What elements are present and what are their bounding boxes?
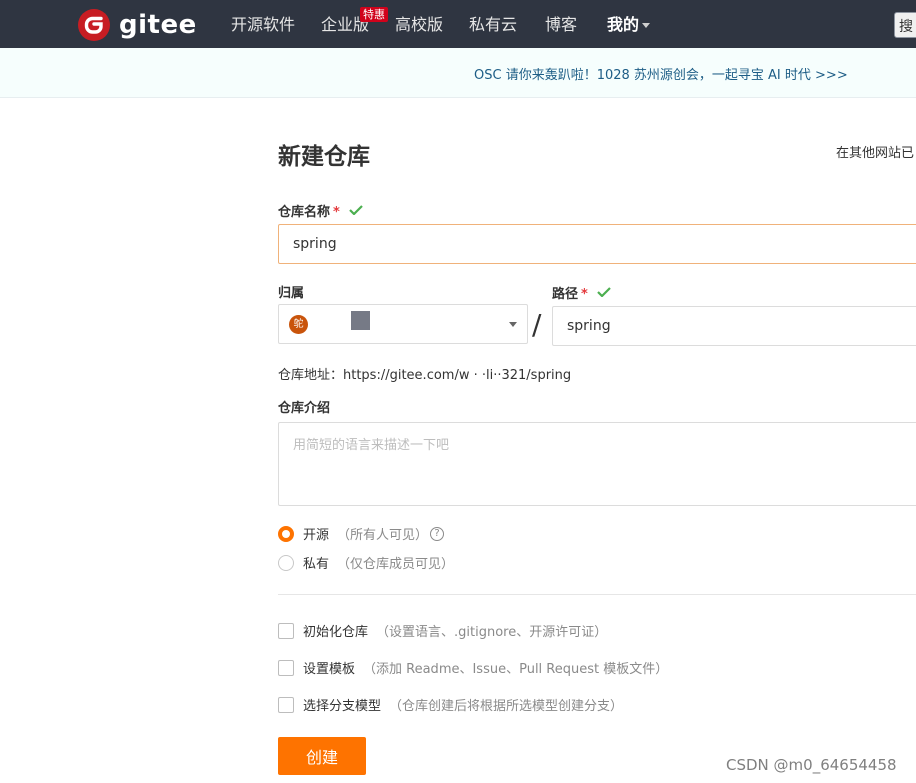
- required-mark: *: [581, 287, 588, 302]
- avatar: 鸵: [289, 315, 308, 334]
- owner-name-redacted: [351, 311, 370, 330]
- option-hint: （仅仓库成员可见）: [337, 557, 455, 572]
- radio-public[interactable]: [278, 525, 294, 542]
- option-hint: （设置语言、.gitignore、开源许可证）: [376, 625, 608, 640]
- nav-mine[interactable]: 我的: [607, 14, 651, 36]
- repo-intro-label: 仓库介绍: [278, 401, 331, 416]
- template-option[interactable]: 设置模板 （添加 Readme、Issue、Pull Request 模板文件）: [278, 658, 668, 677]
- option-label: 私有: [303, 557, 330, 572]
- branch-model-option[interactable]: 选择分支模型 （仓库创建后将根据所选模型创建分支）: [278, 695, 623, 714]
- owner-label: 归属: [278, 286, 305, 301]
- nav-blog[interactable]: 博客: [545, 14, 577, 36]
- path-separator: /: [532, 308, 542, 341]
- init-repo-option[interactable]: 初始化仓库 （设置语言、.gitignore、开源许可证）: [278, 621, 607, 640]
- option-hint: （添加 Readme、Issue、Pull Request 模板文件）: [363, 662, 669, 677]
- search-placeholder: 搜: [899, 19, 913, 35]
- import-from-other-site-link[interactable]: 在其他网站已: [836, 142, 914, 161]
- repo-name-label-text: 仓库名称: [278, 205, 331, 220]
- option-label: 设置模板: [303, 662, 356, 677]
- chevron-down-icon: [642, 23, 651, 28]
- announcement-link[interactable]: OSC 请你来轰趴啦！1028 苏州源创会，一起寻宝 AI 时代 >>>: [474, 64, 848, 83]
- nav-mine-label: 我的: [607, 15, 640, 34]
- option-label: 开源: [303, 528, 330, 543]
- create-button[interactable]: 创建: [278, 737, 366, 775]
- path-label: 路径 *: [552, 283, 611, 302]
- top-navbar: gitee 开源软件 企业版 特惠 高校版 私有云 博客 我的 搜: [0, 0, 916, 48]
- watermark: CSDN @m0_64654458: [726, 756, 897, 774]
- announcement-banner: OSC 请你来轰趴啦！1028 苏州源创会，一起寻宝 AI 时代 >>>: [0, 48, 916, 98]
- brand-name: gitee: [119, 10, 197, 40]
- visibility-private-option[interactable]: 私有 （仅仓库成员可见）: [278, 553, 454, 572]
- required-mark: *: [333, 205, 340, 220]
- caret-down-icon: [509, 322, 517, 327]
- check-icon: [597, 287, 611, 297]
- promo-badge: 特惠: [360, 7, 388, 22]
- option-hint: （所有人可见）: [337, 528, 429, 543]
- option-label: 初始化仓库: [303, 625, 369, 640]
- path-input[interactable]: spring: [552, 306, 916, 346]
- search-input[interactable]: 搜: [894, 12, 916, 38]
- init-repo-checkbox[interactable]: [278, 622, 294, 639]
- branch-model-checkbox[interactable]: [278, 696, 294, 713]
- path-label-text: 路径: [552, 287, 579, 302]
- nav-education[interactable]: 高校版: [395, 14, 443, 36]
- divider: [278, 594, 916, 595]
- nav-open-source[interactable]: 开源软件: [231, 14, 295, 36]
- option-label: 选择分支模型: [303, 699, 382, 714]
- page-title: 新建仓库: [278, 144, 370, 170]
- repo-name-input[interactable]: spring: [278, 224, 916, 264]
- repo-intro-textarea[interactable]: 用简短的语言来描述一下吧: [278, 422, 916, 506]
- radio-private[interactable]: [278, 554, 294, 571]
- nav-private-cloud[interactable]: 私有云: [469, 14, 517, 36]
- help-icon[interactable]: ?: [430, 526, 445, 541]
- repo-name-label: 仓库名称 *: [278, 201, 363, 220]
- template-checkbox[interactable]: [278, 659, 294, 676]
- visibility-public-option[interactable]: 开源 （所有人可见） ?: [278, 524, 445, 543]
- repo-address: 仓库地址：https://gitee.com/w · ·li··321/spri…: [278, 368, 572, 383]
- check-icon: [349, 205, 363, 215]
- owner-select[interactable]: 鸵: [278, 304, 528, 344]
- option-hint: （仓库创建后将根据所选模型创建分支）: [389, 699, 624, 714]
- gitee-logo[interactable]: gitee: [78, 9, 197, 41]
- gitee-logo-icon: [78, 9, 110, 41]
